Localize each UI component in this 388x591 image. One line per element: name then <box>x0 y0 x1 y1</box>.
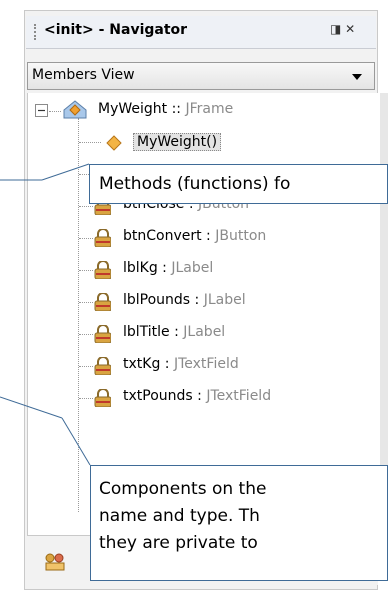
dropdown-arrow-icon[interactable] <box>352 74 362 80</box>
components-callout-line: Components on the <box>99 479 267 499</box>
tree-connector <box>78 118 79 512</box>
field-type: JTextField <box>173 356 239 372</box>
field-name: btnConvert <box>123 228 202 244</box>
field-name: txtKg <box>123 356 161 372</box>
tree-item-method-selected[interactable]: MyWeight() <box>133 133 222 151</box>
field-separator: : <box>192 388 207 404</box>
method-diamond-icon <box>106 135 122 151</box>
components-callout-line: they are private to <box>99 533 258 553</box>
members-view-selected: Members View <box>32 67 135 83</box>
tree-connector <box>79 142 101 143</box>
tree-item-field[interactable]: txtKg : JTextField <box>123 356 239 372</box>
tree-item-field[interactable]: lblTitle : JLabel <box>123 324 225 340</box>
method-name: MyWeight() <box>137 134 218 150</box>
tree-connector <box>49 111 61 112</box>
field-separator: : <box>160 356 174 372</box>
field-type: JLabel <box>183 324 226 340</box>
components-callout: Components on the name and type. Th they… <box>90 465 388 581</box>
tree-connector <box>79 270 93 271</box>
field-separator: : <box>157 260 172 276</box>
collapse-toggle-icon[interactable] <box>35 104 49 118</box>
window-controls-icon[interactable]: ◨ ✕ <box>330 22 355 36</box>
root-name: MyWeight <box>98 101 168 117</box>
navigator-title: <init> - Navigator <box>44 22 188 38</box>
private-field-lock-icon <box>94 325 111 343</box>
private-field-lock-icon <box>94 389 111 407</box>
root-type: JFrame <box>185 101 234 117</box>
field-separator: : <box>201 228 216 244</box>
private-field-lock-icon <box>94 229 111 247</box>
tree-item-field[interactable]: txtPounds : JTextField <box>123 388 271 404</box>
field-name: lblTitle <box>123 324 170 340</box>
components-callout-line: name and type. Th <box>99 506 260 526</box>
tree-connector <box>79 334 93 335</box>
tree-item-field[interactable]: lblKg : JLabel <box>123 260 213 276</box>
private-field-lock-icon <box>94 261 111 279</box>
tree-connector <box>79 238 93 239</box>
field-name: lblPounds <box>123 292 191 308</box>
tree-item-field[interactable]: btnConvert : JButton <box>123 228 266 244</box>
jframe-class-icon <box>63 100 87 119</box>
inheritance-filter-icon[interactable] <box>44 552 66 572</box>
field-name: lblKg <box>123 260 158 276</box>
field-type: JButton <box>215 228 267 244</box>
private-field-lock-icon <box>94 357 111 375</box>
field-separator: : <box>169 324 184 340</box>
tree-connector <box>79 206 93 207</box>
methods-callout: Methods (functions) fo <box>89 164 388 204</box>
private-field-lock-icon <box>94 293 111 311</box>
drag-grip-icon[interactable] <box>34 24 40 40</box>
tree-connector <box>79 302 93 303</box>
field-type: JTextField <box>206 388 272 404</box>
field-type: JLabel <box>171 260 214 276</box>
tree-connector <box>79 366 93 367</box>
field-separator: : <box>190 292 204 308</box>
root-separator: :: <box>167 101 186 117</box>
field-name: txtPounds <box>123 388 193 404</box>
tree-root-item[interactable]: MyWeight :: JFrame <box>98 101 233 117</box>
field-type: JLabel <box>203 292 246 308</box>
tree-connector <box>79 398 93 399</box>
tree-item-field[interactable]: lblPounds : JLabel <box>123 292 246 308</box>
